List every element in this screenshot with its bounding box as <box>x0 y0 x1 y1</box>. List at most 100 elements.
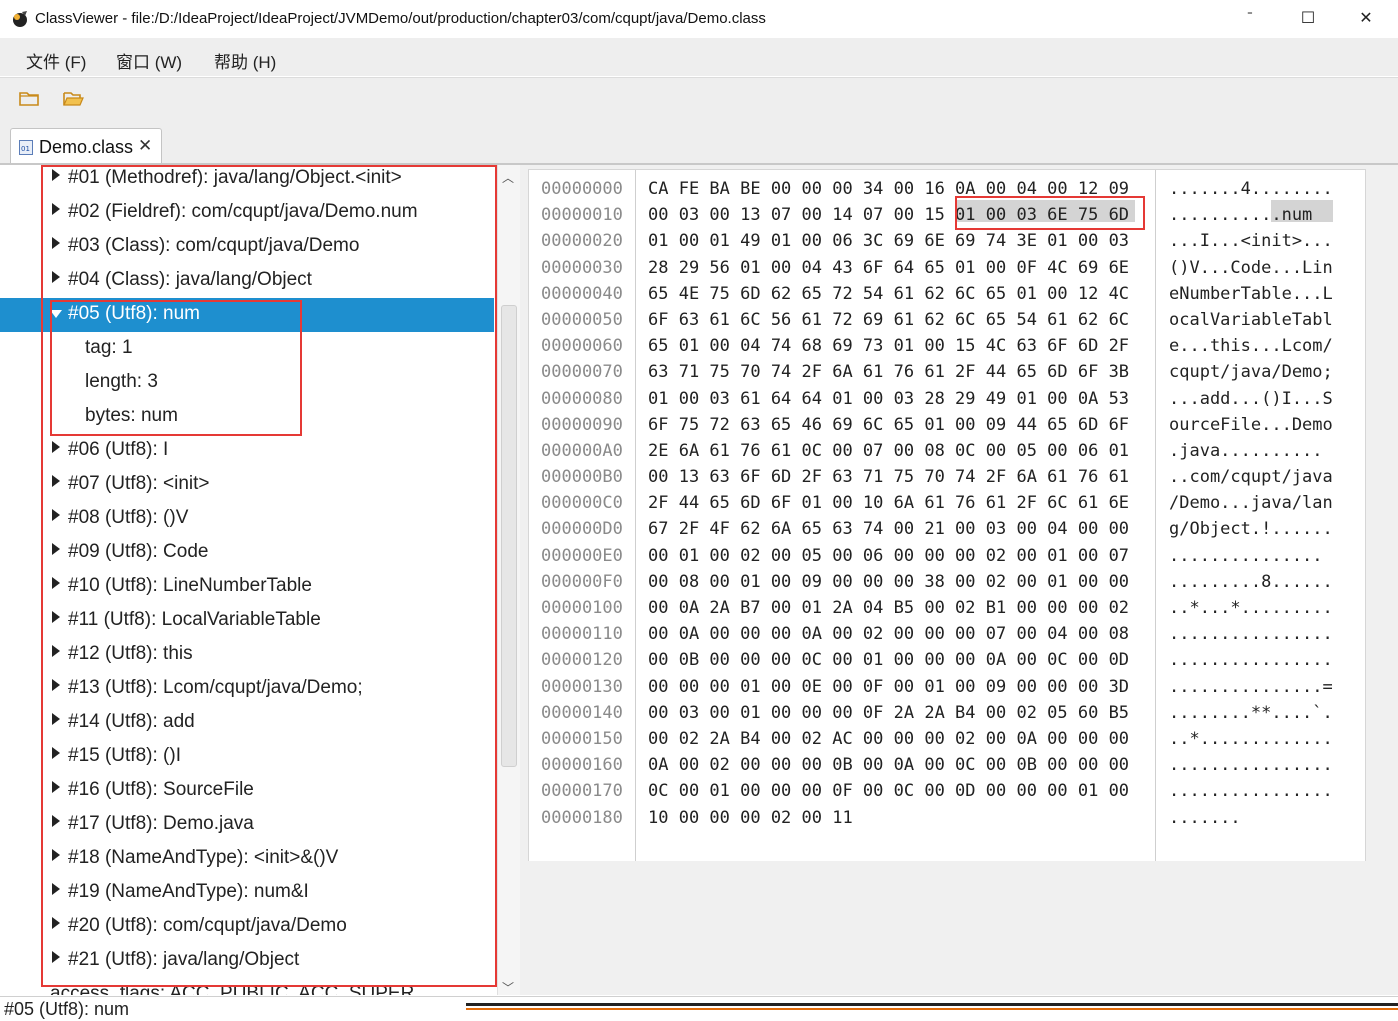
hex-ascii-row: ................ <box>1169 755 1333 776</box>
tree-scrollbar[interactable]: ︿ ﹀ <box>497 165 520 995</box>
status-rule-accent <box>466 1008 1398 1010</box>
hex-bytes-row: 6F 63 61 6C 56 61 72 69 61 62 6C 65 54 6… <box>648 309 1130 330</box>
hex-ascii-row: e...this...Lcom/ <box>1169 336 1333 357</box>
hex-ascii-row: cqupt/java/Demo; <box>1169 362 1333 383</box>
hex-address: 00000070 <box>541 362 623 383</box>
hex-ascii-row: ..com/cqupt/java <box>1169 467 1333 488</box>
tab-label: Demo.class <box>39 137 134 157</box>
hex-address: 000000C0 <box>541 493 623 514</box>
hex-ascii-row: ...I...<init>... <box>1169 231 1333 252</box>
hex-empty-area <box>520 861 1398 991</box>
hex-address: 000000E0 <box>541 545 623 566</box>
close-window-button[interactable]: ✕ <box>1346 6 1386 32</box>
hex-address: 00000090 <box>541 414 623 435</box>
hex-bytes-row: 0C 00 01 00 00 00 0F 00 0C 00 0D 00 00 0… <box>648 781 1130 802</box>
status-bar: #05 (Utf8): num <box>0 996 1398 1021</box>
address-column: 00000000 00000010 00000020 00000030 00000040… <box>541 176 623 831</box>
hex-bytes-row: 00 00 00 01 00 0E 00 0F 00 01 00 09 00 0… <box>648 676 1130 697</box>
annotation-box-constant-pool <box>41 165 497 987</box>
hex-bytes-row: 00 13 63 6F 6D 2F 63 71 75 70 74 2F 6A 6… <box>648 467 1130 488</box>
tab-demo-class[interactable]: 01 Demo.class ✕ <box>10 128 162 164</box>
minimize-button[interactable]: ˉ <box>1230 6 1270 32</box>
hex-address: 000000B0 <box>541 467 623 488</box>
hex-ascii-row: ................ <box>1169 624 1333 645</box>
hex-bytes-row: 63 71 75 70 74 2F 6A 61 76 61 2F 44 65 6… <box>648 362 1130 383</box>
hex-bytes-row: 00 0A 2A B7 00 01 2A 04 B5 00 02 B1 00 0… <box>648 598 1130 618</box>
hex-address: 00000170 <box>541 781 623 802</box>
constant-pool-tree[interactable]: #01 (Methodref): java/lang/Object.<init>… <box>0 165 497 995</box>
scroll-thumb[interactable] <box>501 305 517 767</box>
hex-ascii-row: ocalVariableTabl <box>1169 309 1333 330</box>
hex-bytes-row: 6F 75 72 63 65 46 69 6C 65 01 00 09 44 6… <box>648 414 1130 435</box>
hex-panel[interactable]: 00000000 00000010 00000020 00000030 00000040… <box>528 169 1366 863</box>
hex-address: 000000F0 <box>541 571 623 592</box>
menu-file[interactable]: 文件 (F) <box>26 48 86 73</box>
scroll-up-icon[interactable]: ︿ <box>502 169 514 186</box>
hex-bytes-row: 2F 44 65 6D 6F 01 00 10 6A 61 76 61 2F 6… <box>648 493 1130 514</box>
hex-address: 00000120 <box>541 650 623 671</box>
hex-address: 00000050 <box>541 309 623 330</box>
menu-bar: 文件 (F) 窗口 (W) 帮助 (H) <box>0 38 1398 76</box>
hex-bytes-row: 01 00 01 49 01 00 06 3C 69 6E 69 74 3E 0… <box>648 231 1130 252</box>
hex-bytes-row: 10 00 00 00 02 00 11 <box>648 807 853 828</box>
folder-open-icon[interactable] <box>62 88 84 108</box>
hex-address: 00000030 <box>541 257 623 278</box>
hex-ascii-row: ...add...()I...S <box>1169 388 1333 409</box>
maximize-button[interactable]: ☐ <box>1288 6 1328 32</box>
hex-bytes-row: 67 2F 4F 62 6A 65 63 74 00 21 00 03 00 0… <box>648 519 1130 540</box>
hex-address: 00000180 <box>541 807 623 828</box>
svg-text:01: 01 <box>21 145 30 153</box>
hex-bytes-row: 28 29 56 01 00 04 43 6F 64 65 01 00 0F 4… <box>648 257 1130 278</box>
hex-address: 000000D0 <box>541 519 623 540</box>
scroll-down-icon[interactable]: ﹀ <box>502 979 514 996</box>
hex-ascii-row: ........**....`. <box>1169 702 1333 723</box>
hex-address: 00000150 <box>541 728 623 749</box>
hex-address: 00000040 <box>541 283 623 304</box>
hex-address: 00000100 <box>541 598 623 618</box>
hex-address: 00000110 <box>541 624 623 645</box>
hex-ascii-row: g/Object.!...... <box>1169 519 1333 540</box>
annotation-box-hex-bytes <box>955 196 1145 230</box>
hex-bytes-row: 00 08 00 01 00 09 00 00 00 38 00 02 00 0… <box>648 571 1130 592</box>
hex-address: 00000140 <box>541 702 623 723</box>
folder-icon[interactable] <box>18 88 40 108</box>
hex-ascii-row: eNumberTable...L <box>1169 283 1333 304</box>
hex-bytes-row: 01 00 03 61 64 64 01 00 03 28 29 49 01 0… <box>648 388 1130 409</box>
hex-address: 00000080 <box>541 388 623 409</box>
column-divider <box>1155 170 1156 862</box>
hex-address: 00000130 <box>541 676 623 697</box>
hex-ascii-row: ....... <box>1169 807 1241 828</box>
hex-bytes-row: 65 01 00 04 74 68 69 73 01 00 15 4C 63 6… <box>648 336 1130 357</box>
status-text: #05 (Utf8): num <box>4 999 130 1019</box>
hex-ascii-row: /Demo...java/lan <box>1169 493 1333 514</box>
hex-ascii-row: ..*...*......... <box>1169 598 1333 618</box>
bytes-column[interactable]: CA FE BA BE 00 00 00 34 00 16 0A 00 04 0… <box>648 176 1129 831</box>
annotation-box-entry-05 <box>50 300 302 436</box>
hex-address: 00000020 <box>541 231 623 252</box>
hex-bytes-row: 00 0B 00 00 00 0C 00 01 00 00 00 0A 00 0… <box>648 650 1130 671</box>
hex-ascii-row: ...........num <box>1169 205 1313 226</box>
ascii-column[interactable]: .......4........ ...........num ...I...<in… <box>1169 176 1333 831</box>
menu-help[interactable]: 帮助 (H) <box>214 48 276 73</box>
menu-window[interactable]: 窗口 (W) <box>116 48 182 73</box>
tab-bar: 01 Demo.class ✕ <box>0 120 1398 164</box>
tab-close-icon[interactable]: ✕ <box>138 136 152 156</box>
window-title: ClassViewer - file:/D:/IdeaProject/IdeaP… <box>35 10 766 27</box>
class-file-icon: 01 <box>19 140 33 155</box>
hex-ascii-row: ()V...Code...Lin <box>1169 257 1333 278</box>
hex-bytes-row: 2E 6A 61 76 61 0C 00 07 00 08 0C 00 05 0… <box>648 440 1130 461</box>
hex-address: 00000060 <box>541 336 623 357</box>
hex-bytes-row: 00 02 2A B4 00 02 AC 00 00 00 02 00 0A 0… <box>648 728 1130 749</box>
column-divider <box>635 170 636 862</box>
hex-bytes-row: 65 4E 75 6D 62 65 72 54 61 62 6C 65 01 0… <box>648 283 1130 304</box>
hex-ascii-row: .........8...... <box>1169 571 1333 592</box>
hex-address: 00000160 <box>541 755 623 776</box>
hex-ascii-row: ...............= <box>1169 676 1333 697</box>
hex-address: 00000010 <box>541 205 623 226</box>
hex-bytes-row: 00 03 00 01 00 00 00 0F 2A 2A B4 00 02 0… <box>648 702 1130 723</box>
hex-ascii-row: .java.......... <box>1169 440 1323 461</box>
hex-view: 00000000 00000010 00000020 00000030 00000040… <box>520 165 1398 995</box>
title-bar: ClassViewer - file:/D:/IdeaProject/IdeaP… <box>0 0 1398 38</box>
hex-ascii-row: ..*............. <box>1169 728 1333 749</box>
hex-ascii-row: ................ <box>1169 781 1333 802</box>
